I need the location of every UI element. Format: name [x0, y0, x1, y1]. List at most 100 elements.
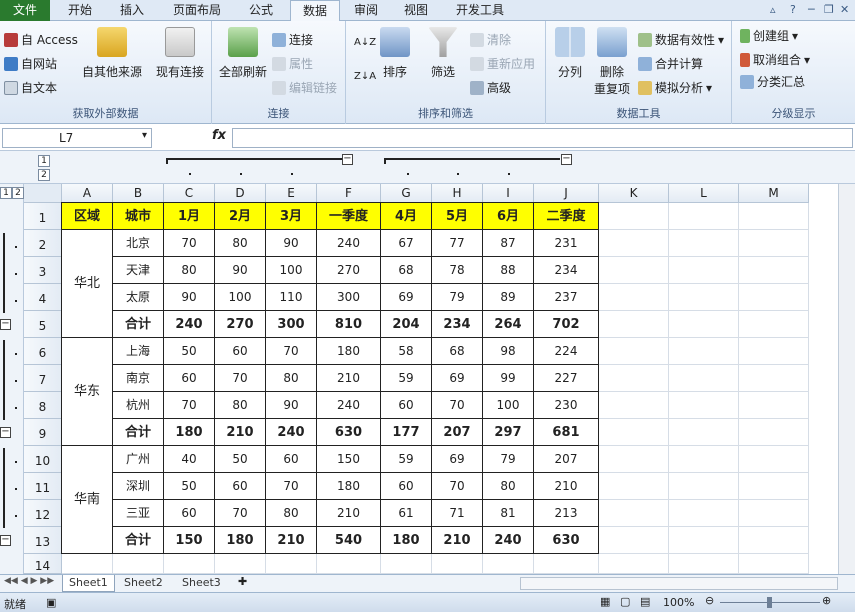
total-cell[interactable]: 630 — [534, 527, 599, 554]
region-cell[interactable]: 华东 — [62, 338, 113, 446]
zoom-level[interactable]: 100% — [663, 596, 694, 609]
total-cell[interactable]: 210 — [266, 527, 317, 554]
from-access-button[interactable]: 自 Access — [4, 31, 78, 48]
table-cell[interactable]: 60 — [381, 392, 432, 419]
empty-cell[interactable] — [739, 500, 809, 527]
advanced-filter-button[interactable]: 高级 — [470, 79, 511, 96]
table-cell[interactable]: 79 — [483, 446, 534, 473]
consolidate-button[interactable]: 合并计算 — [638, 55, 703, 72]
table-cell[interactable]: 40 — [164, 446, 215, 473]
header-cell[interactable]: 5月 — [432, 203, 483, 230]
row-header-1[interactable]: 1 — [24, 203, 62, 230]
empty-cell[interactable] — [599, 365, 669, 392]
table-cell[interactable]: 70 — [164, 392, 215, 419]
empty-cell[interactable] — [62, 554, 113, 574]
table-cell[interactable]: 210 — [534, 473, 599, 500]
table-cell[interactable]: 81 — [483, 500, 534, 527]
data-validation-button[interactable]: 数据有效性 ▾ — [638, 31, 724, 48]
table-cell[interactable]: 70 — [432, 392, 483, 419]
from-other-sources-button[interactable]: 自其他来源 — [82, 27, 142, 80]
table-cell[interactable]: 80 — [266, 500, 317, 527]
empty-cell[interactable] — [669, 257, 739, 284]
table-cell[interactable]: 100 — [215, 284, 266, 311]
column-header-F[interactable]: F — [317, 184, 381, 203]
row-header-3[interactable]: 3 — [24, 257, 62, 284]
table-cell[interactable]: 270 — [317, 257, 381, 284]
empty-cell[interactable] — [599, 257, 669, 284]
total-cell[interactable]: 合计 — [113, 419, 164, 446]
table-cell[interactable]: 90 — [266, 230, 317, 257]
empty-cell[interactable] — [669, 230, 739, 257]
total-cell[interactable]: 180 — [164, 419, 215, 446]
empty-cell[interactable] — [669, 473, 739, 500]
total-cell[interactable]: 240 — [483, 527, 534, 554]
total-cell[interactable]: 300 — [266, 311, 317, 338]
row-header-13[interactable]: 13 — [24, 527, 62, 554]
empty-cell[interactable] — [599, 419, 669, 446]
empty-cell[interactable] — [739, 554, 809, 574]
total-cell[interactable]: 204 — [381, 311, 432, 338]
header-cell[interactable]: 1月 — [164, 203, 215, 230]
empty-cell[interactable] — [432, 554, 483, 574]
row-outline-level-1[interactable]: 1 — [0, 187, 12, 199]
from-text-button[interactable]: 自文本 — [4, 79, 57, 96]
empty-cell[interactable] — [669, 554, 739, 574]
table-cell[interactable]: 88 — [483, 257, 534, 284]
header-cell[interactable]: 城市 — [113, 203, 164, 230]
filter-button[interactable]: 筛选 — [426, 27, 460, 80]
column-header-L[interactable]: L — [669, 184, 739, 203]
new-sheet-icon[interactable]: ✚ — [238, 575, 247, 588]
collapse-huabei-button[interactable]: − — [0, 319, 11, 330]
row-header-7[interactable]: 7 — [24, 365, 62, 392]
group-button[interactable]: 创建组 ▾ — [740, 27, 798, 44]
collapse-huanan-button[interactable]: − — [0, 535, 11, 546]
region-cell[interactable]: 华南 — [62, 446, 113, 554]
table-cell[interactable]: 69 — [381, 284, 432, 311]
total-cell[interactable]: 681 — [534, 419, 599, 446]
empty-cell[interactable] — [669, 527, 739, 554]
empty-cell[interactable] — [739, 203, 809, 230]
total-cell[interactable]: 297 — [483, 419, 534, 446]
table-cell[interactable]: 70 — [266, 338, 317, 365]
empty-cell[interactable] — [599, 527, 669, 554]
sort-asc-button[interactable]: A↓Z — [354, 37, 376, 48]
table-cell[interactable]: 150 — [317, 446, 381, 473]
tab-developer[interactable]: 开发工具 — [444, 0, 516, 21]
table-cell[interactable]: 天津 — [113, 257, 164, 284]
table-cell[interactable]: 227 — [534, 365, 599, 392]
total-cell[interactable]: 270 — [215, 311, 266, 338]
empty-cell[interactable] — [266, 554, 317, 574]
row-outline-level-2[interactable]: 2 — [12, 187, 24, 199]
macro-record-icon[interactable]: ▣ — [46, 596, 56, 609]
table-cell[interactable]: 杭州 — [113, 392, 164, 419]
sheet-tab-sheet2[interactable]: Sheet2 — [118, 575, 169, 592]
insert-function-icon[interactable]: fx — [212, 128, 226, 143]
tab-formulas[interactable]: 公式 — [238, 0, 284, 21]
table-cell[interactable]: 231 — [534, 230, 599, 257]
table-cell[interactable]: 南京 — [113, 365, 164, 392]
column-header-A[interactable]: A — [62, 184, 113, 203]
tab-view[interactable]: 视图 — [394, 0, 438, 21]
empty-cell[interactable] — [669, 419, 739, 446]
table-cell[interactable]: 110 — [266, 284, 317, 311]
empty-cell[interactable] — [599, 473, 669, 500]
empty-cell[interactable] — [599, 230, 669, 257]
total-cell[interactable]: 150 — [164, 527, 215, 554]
empty-cell[interactable] — [381, 554, 432, 574]
table-cell[interactable]: 77 — [432, 230, 483, 257]
tab-file[interactable]: 文件 — [0, 0, 50, 21]
table-cell[interactable]: 深圳 — [113, 473, 164, 500]
table-cell[interactable]: 50 — [215, 446, 266, 473]
row-header-9[interactable]: 9 — [24, 419, 62, 446]
normal-view-icon[interactable]: ▦ — [600, 595, 610, 608]
sheet-tab-sheet3[interactable]: Sheet3 — [176, 575, 227, 592]
table-cell[interactable]: 213 — [534, 500, 599, 527]
page-layout-view-icon[interactable]: ▢ — [620, 595, 630, 608]
column-header-G[interactable]: G — [381, 184, 432, 203]
row-header-5[interactable]: 5 — [24, 311, 62, 338]
name-box[interactable]: L7 — [2, 128, 152, 148]
select-all-corner[interactable] — [24, 184, 62, 203]
empty-cell[interactable] — [669, 446, 739, 473]
table-cell[interactable]: 87 — [483, 230, 534, 257]
empty-cell[interactable] — [739, 473, 809, 500]
